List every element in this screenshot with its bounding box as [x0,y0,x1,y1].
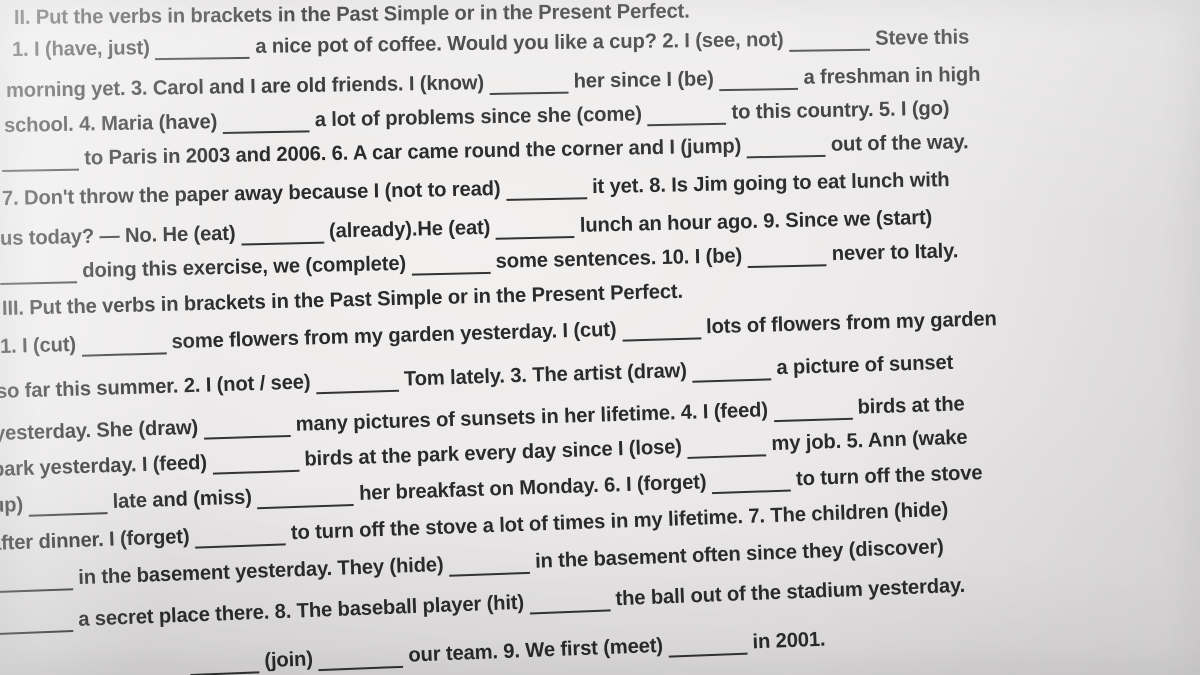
text-run: in the basement yesterday. They (hide) [72,552,450,590]
text-run: her since I (be) [567,67,720,93]
text-run: birds at the park every day since I (los… [298,434,688,471]
text-line: (join) our team. 9. We first (meet) in 2… [189,625,836,675]
fill-in-blank[interactable] [194,519,286,549]
text-line-content: (join) our team. 9. We first (meet) in 2… [189,626,826,675]
fill-in-blank[interactable] [495,211,575,240]
text-run: park yesterday. I (feed) [0,450,213,481]
text-run: her breakfast on Monday. 6. I (forget) [353,470,713,505]
text-run: it yet. 8. Is Jim going to eat lunch wit… [586,167,950,199]
text-line: III. Put the verbs in brackets in the Pa… [2,280,694,321]
text-line: II. Put the verbs in brackets in the Pas… [14,0,700,30]
text-run: many pictures of sunsets in her lifetime… [289,398,774,436]
fill-in-blank[interactable] [222,106,310,134]
text-run: after dinner. I (forget) [0,524,196,555]
fill-in-blank[interactable] [256,480,355,510]
text-run: birds at the [851,392,965,419]
text-run: to this country. 5. I (go) [725,96,950,124]
text-run: 1. I (have, just) [11,36,156,61]
worksheet-page: II. Put the verbs in brackets in the Pas… [0,0,1200,675]
text-run: yesterday. She (draw) [0,415,204,445]
text-line: 1. I (have, just) a nice pot of coffee. … [12,23,984,62]
text-run: III. Put the verbs in brackets in the Pa… [1,279,684,320]
text-run: 1. I (cut) [0,332,82,358]
text-run: a freshman in high [797,62,981,89]
fill-in-blank[interactable] [667,628,748,658]
fill-in-blank[interactable] [528,585,611,615]
text-run: never to Italy. [826,239,959,266]
fill-in-blank[interactable] [0,257,78,285]
fill-in-blank[interactable] [315,365,399,395]
text-run: late and (miss) [106,485,258,514]
fill-in-blank[interactable] [746,130,826,159]
text-run: to Paris in 2003 and 2006. 6. A car came… [78,134,747,170]
fill-in-blank[interactable] [621,313,701,342]
text-run: the ball out of the stadium yesterday. [609,573,966,611]
text-run: some flowers from my garden yesterday. I… [165,317,623,354]
fill-in-blank[interactable] [719,63,799,92]
fill-in-blank[interactable] [711,465,791,495]
fill-in-blank[interactable] [1,144,80,172]
text-line-content: II. Put the verbs in brackets in the Pas… [14,0,690,30]
text-line-content: 7. Don't throw the paper away because I … [2,166,950,211]
text-run: school. 4. Maria (have) [3,109,223,137]
text-run: to turn off the stove [790,461,983,491]
text-run: lunch an hour ago. 9. Since we (start) [574,205,933,237]
text-run: (join) [258,647,319,673]
fill-in-blank[interactable] [505,173,587,201]
text-run: some sentences. 10. I (be) [489,244,748,273]
text-run: doing this exercise, we (complete) [76,251,412,283]
text-run: (already).He (eat) [323,215,496,243]
text-run: up) [0,492,24,517]
text-run: in 2001. [746,627,826,654]
text-run: out of the way. [825,130,969,156]
text-run: Steve this [869,25,970,50]
fill-in-blank[interactable] [647,98,727,127]
text-run: my job. 5. Ann (wake [765,425,968,456]
fill-in-blank[interactable] [448,547,531,577]
fill-in-blank[interactable] [203,410,291,440]
fill-in-blank[interactable] [240,217,324,246]
text-run: in the basement often since they (discov… [529,535,945,573]
text-line-content: III. Put the verbs in brackets in the Pa… [2,280,684,321]
fill-in-blank[interactable] [0,564,74,593]
text-line-content: 1. I (have, just) a nice pot of coffee. … [12,23,969,62]
fill-in-blank[interactable] [691,354,772,383]
fill-in-blank[interactable] [27,488,108,517]
fill-in-blank[interactable] [788,24,870,52]
text-run: so far this summer. 2. I (not / see) [0,370,317,403]
worksheet-text-block: II. Put the verbs in brackets in the Pas… [0,0,1200,675]
text-run: a lot of problems since she (come) [309,102,648,132]
text-run: morning yet. 3. Carol and I are old frie… [5,70,490,102]
fill-in-blank[interactable] [155,32,250,61]
text-run: us today? — No. He (eat) [0,221,242,250]
text-run: our team. 9. We first (meet) [402,633,669,667]
text-run: a secret place there. 8. The baseball pl… [72,590,530,632]
fill-in-blank[interactable] [686,430,767,459]
fill-in-blank[interactable] [189,647,260,675]
fill-in-blank[interactable] [211,445,300,475]
text-run: Tom lately. 3. The artist (draw) [398,358,693,391]
text-run: 7. Don't throw the paper away because I … [1,176,507,210]
text-run: II. Put the verbs in brackets in the Pas… [13,0,690,29]
fill-in-blank[interactable] [317,641,404,672]
text-run: lots of flowers from my garden [700,307,997,339]
text-run: a nice pot of coffee. Would you like a c… [249,27,790,58]
fill-in-blank[interactable] [747,240,827,269]
fill-in-blank[interactable] [489,67,569,95]
fill-in-blank[interactable] [772,393,853,423]
fill-in-blank[interactable] [411,247,491,276]
text-run: a picture of sunset [770,350,954,380]
fill-in-blank[interactable] [81,328,167,357]
text-line: 7. Don't throw the paper away because I … [2,166,964,211]
fill-in-blank[interactable] [0,606,74,635]
